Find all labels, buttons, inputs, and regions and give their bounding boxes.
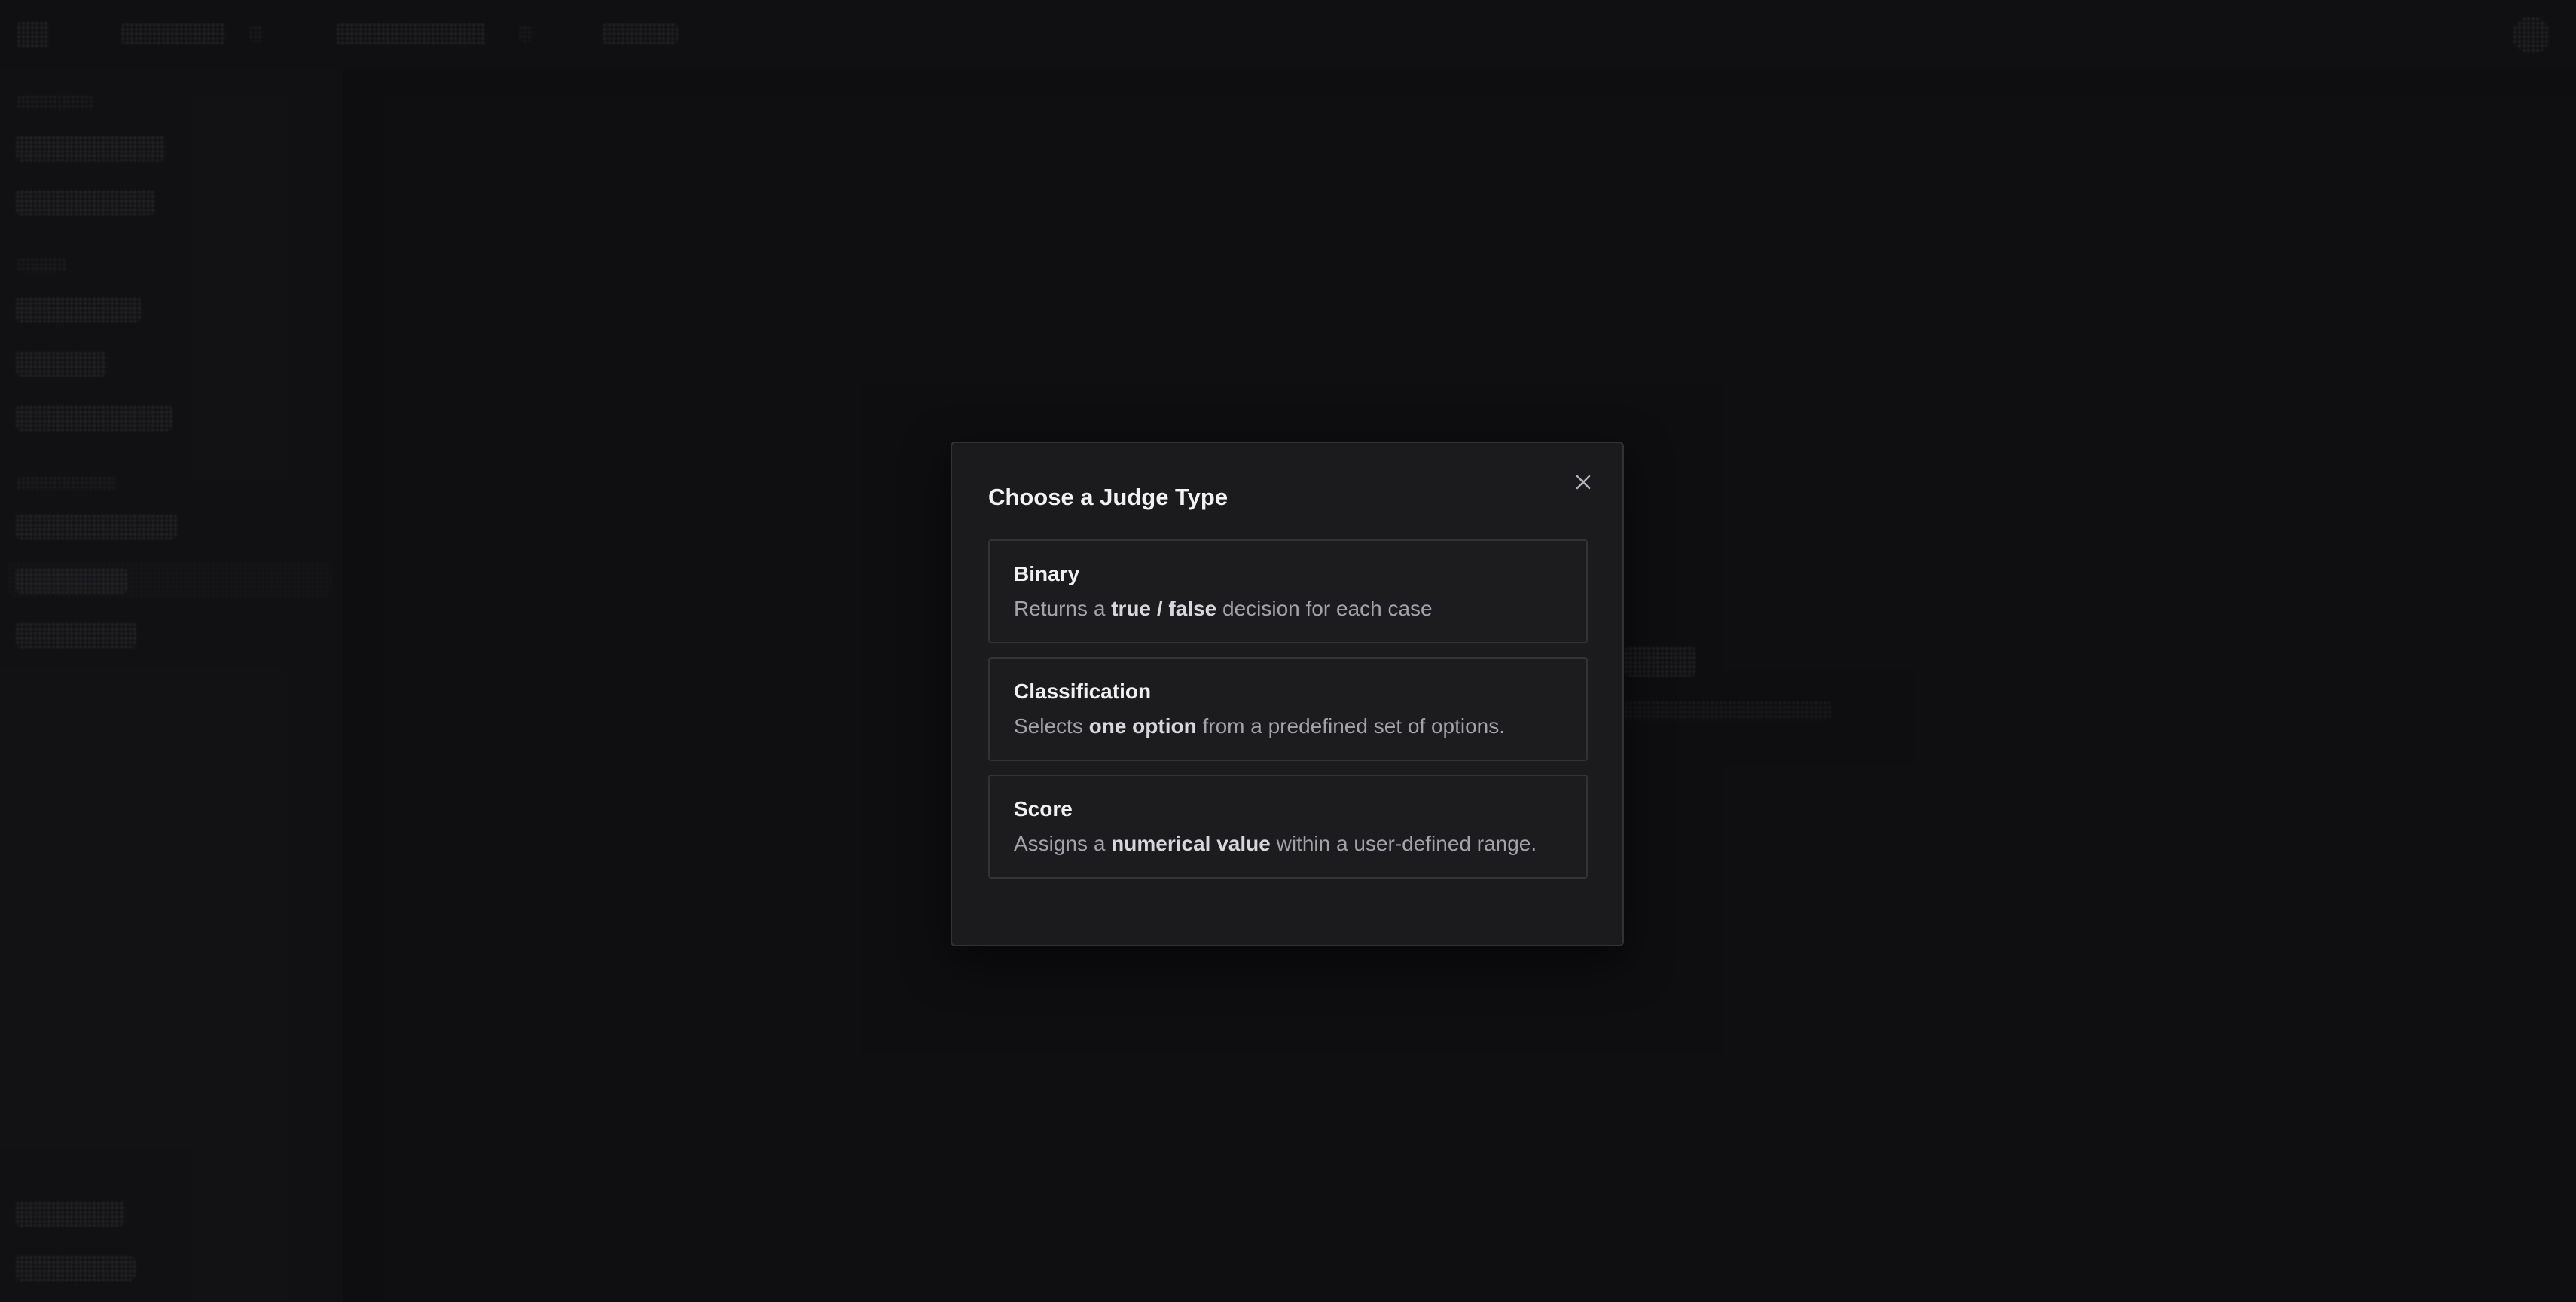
option-description: Selects one option from a predefined set… — [1014, 711, 1562, 741]
option-title: Binary — [1014, 562, 1080, 585]
app-root: Choose a Judge Type Binary Returns a tru… — [0, 0, 2576, 1302]
dialog-title: Choose a Judge Type — [988, 484, 1228, 510]
option-description-emphasis: numerical value — [1111, 832, 1271, 855]
judge-type-dialog: Choose a Judge Type Binary Returns a tru… — [951, 442, 1624, 946]
option-title: Score — [1014, 797, 1073, 821]
option-score[interactable]: Score Assigns a numerical value within a… — [988, 775, 1588, 879]
option-binary[interactable]: Binary Returns a true / false decision f… — [988, 539, 1588, 643]
option-description-text: Selects — [1014, 714, 1089, 738]
option-description-emphasis: true / false — [1111, 597, 1217, 620]
option-classification[interactable]: Classification Selects one option from a… — [988, 657, 1588, 761]
option-description-text: within a user-defined range. — [1270, 832, 1537, 855]
option-title: Classification — [1014, 680, 1152, 703]
close-button[interactable] — [1567, 466, 1600, 499]
option-description-text: from a predefined set of options. — [1196, 714, 1506, 738]
option-description-text: Assigns a — [1014, 832, 1112, 855]
option-description-text: decision for each case — [1216, 597, 1433, 620]
judge-type-options: Binary Returns a true / false decision f… — [988, 539, 1588, 892]
option-description: Assigns a numerical value within a user-… — [1014, 829, 1562, 859]
close-icon — [1576, 475, 1591, 490]
option-description-emphasis: one option — [1088, 714, 1197, 738]
option-description: Returns a true / false decision for each… — [1014, 594, 1562, 624]
option-description-text: Returns a — [1014, 597, 1112, 620]
